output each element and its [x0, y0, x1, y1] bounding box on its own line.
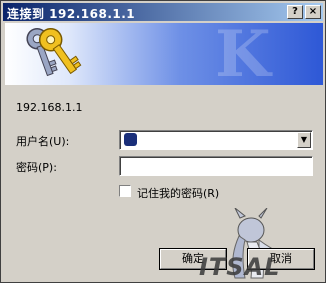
remember-label[interactable]: 记住我的密码(R) [137, 185, 219, 201]
close-button[interactable]: × [305, 5, 321, 19]
site-label: 192.168.1.1 [16, 101, 83, 114]
username-dropdown-button[interactable]: ▼ [297, 132, 311, 148]
remember-checkbox[interactable] [119, 185, 131, 197]
banner-watermark: K [215, 23, 271, 85]
user-icon [124, 133, 137, 146]
title-bar[interactable]: 连接到 192.168.1.1 ? × [3, 3, 323, 21]
window-title: 连接到 192.168.1.1 [7, 7, 136, 21]
keys-icon [26, 27, 82, 77]
username-field[interactable]: ▼ [119, 130, 313, 150]
password-field[interactable] [119, 156, 313, 176]
username-label: 用户名(U): [16, 135, 70, 148]
site-watermark-text: ITSAL [199, 253, 281, 281]
help-button[interactable]: ? [287, 5, 303, 19]
password-label: 密码(P): [16, 161, 57, 174]
login-dialog: 连接到 192.168.1.1 ? × K 192.168.1.1 用户名(U)… [0, 0, 326, 283]
keys-banner: K [5, 23, 323, 85]
